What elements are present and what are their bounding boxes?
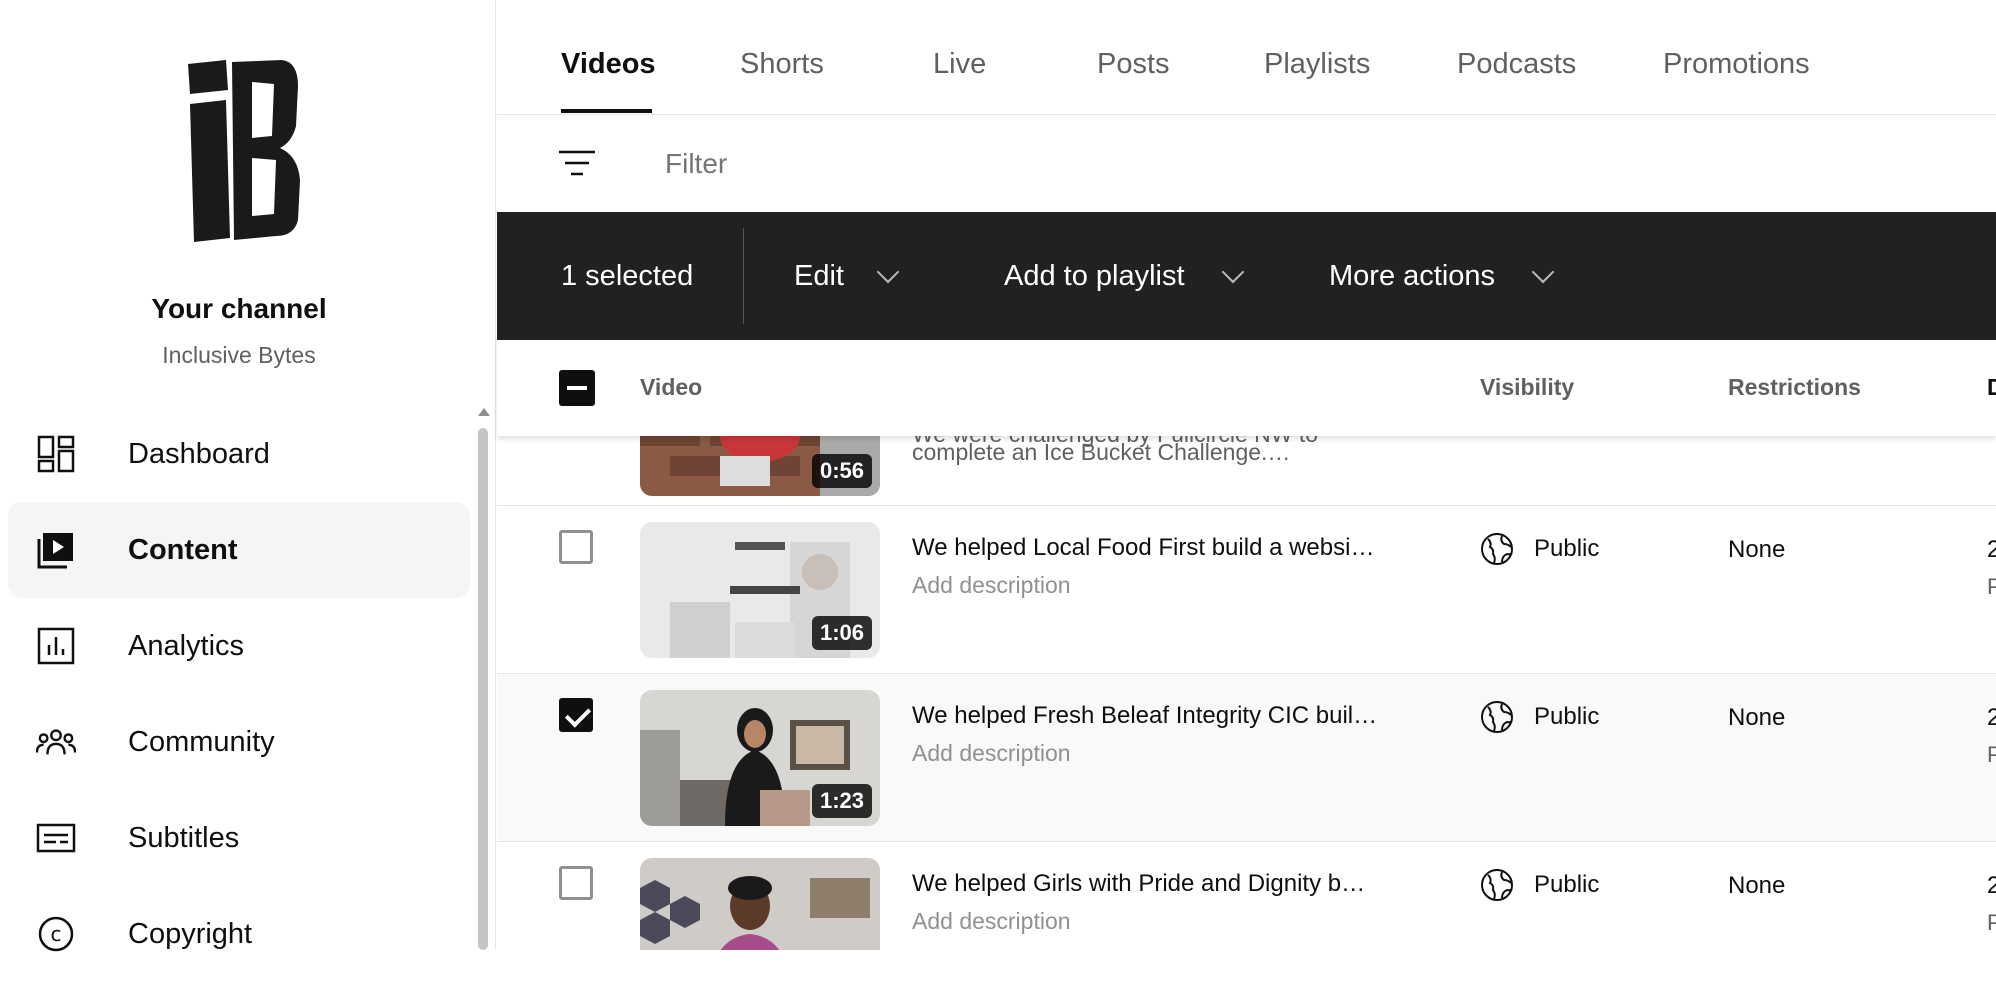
chevron-down-icon xyxy=(1221,260,1244,283)
sidebar-item-label: Dashboard xyxy=(128,437,270,470)
add-to-playlist-button[interactable]: Add to playlist xyxy=(1004,260,1244,293)
video-thumbnail[interactable]: 1:06 xyxy=(640,522,880,658)
sidebar-item-label: Copyright xyxy=(128,917,253,950)
sidebar-item-copyright[interactable]: c Copyright xyxy=(8,886,470,982)
divider xyxy=(743,228,744,324)
restrictions-value: None xyxy=(1728,872,1786,899)
globe-icon xyxy=(1481,533,1513,565)
sidebar-item-label: Community xyxy=(128,725,275,758)
visibility-label: Public xyxy=(1534,703,1600,730)
tab-podcasts[interactable]: Podcasts xyxy=(1457,48,1576,81)
globe-icon xyxy=(1481,701,1513,733)
main-content: Videos Shorts Live Posts Playlists Podca… xyxy=(497,0,1996,950)
column-header-video[interactable]: Video xyxy=(640,374,702,401)
copyright-icon: c xyxy=(36,914,76,954)
active-tab-indicator xyxy=(561,109,652,113)
video-thumbnail[interactable] xyxy=(640,858,880,950)
column-header-restrictions[interactable]: Restrictions xyxy=(1728,374,1861,401)
date-sub-value: P xyxy=(1987,742,1996,767)
filter-input[interactable] xyxy=(665,148,1265,180)
sidebar: Your channel Inclusive Bytes Dashboard C… xyxy=(0,0,496,952)
sidebar-item-analytics[interactable]: Analytics xyxy=(8,598,470,694)
tab-posts[interactable]: Posts xyxy=(1097,48,1170,81)
selection-count: 1 selected xyxy=(561,260,694,292)
row-checkbox[interactable] xyxy=(559,698,593,732)
date-sub-value: P xyxy=(1987,574,1996,599)
add-description-link[interactable]: Add description xyxy=(912,572,1071,599)
community-icon xyxy=(36,722,76,762)
filter-icon[interactable] xyxy=(557,148,597,178)
column-header-date[interactable]: D xyxy=(1987,374,1996,401)
video-duration: 1:23 xyxy=(811,784,872,818)
content-icon xyxy=(36,530,76,570)
date-sub-value: P xyxy=(1987,910,1996,935)
analytics-icon xyxy=(36,626,76,666)
more-actions-label: More actions xyxy=(1329,260,1496,292)
table-row[interactable]: 1:06 We helped Local Food First build a … xyxy=(497,506,1996,674)
table-header: Video Visibility Restrictions D xyxy=(497,340,1996,436)
add-to-playlist-label: Add to playlist xyxy=(1004,260,1185,292)
svg-text:c: c xyxy=(51,922,62,946)
channel-name: Inclusive Bytes xyxy=(162,342,316,368)
globe-icon xyxy=(1481,869,1513,901)
add-description-link[interactable]: Add description xyxy=(912,908,1071,935)
video-title[interactable]: We helped Girls with Pride and Dignity b… xyxy=(912,870,1365,898)
tab-live[interactable]: Live xyxy=(933,48,986,81)
edit-button[interactable]: Edit xyxy=(794,260,900,293)
tab-playlists[interactable]: Playlists xyxy=(1264,48,1370,81)
tab-shorts[interactable]: Shorts xyxy=(740,48,824,81)
sidebar-item-subtitles[interactable]: Subtitles xyxy=(8,790,470,886)
channel-logo[interactable] xyxy=(186,56,302,242)
table-row[interactable]: 1:23 We helped Fresh Beleaf Integrity CI… xyxy=(497,674,1996,842)
sidebar-item-label: Content xyxy=(128,533,238,566)
visibility-status[interactable]: Public xyxy=(1480,532,1599,566)
tab-promotions[interactable]: Promotions xyxy=(1663,48,1810,81)
video-title[interactable]: We helped Local Food First build a websi… xyxy=(912,534,1374,562)
row-checkbox[interactable] xyxy=(559,866,593,900)
filter-bar xyxy=(497,116,1996,212)
date-value: 2 xyxy=(1987,536,1996,563)
sidebar-item-community[interactable]: Community xyxy=(8,694,470,790)
chevron-down-icon xyxy=(876,260,900,283)
visibility-label: Public xyxy=(1534,871,1600,898)
video-duration: 1:06 xyxy=(811,616,872,650)
subtitles-icon xyxy=(36,818,76,858)
video-duration: 0:56 xyxy=(811,454,872,488)
chevron-down-icon xyxy=(1531,260,1555,283)
restrictions-value: None xyxy=(1728,536,1786,563)
video-thumbnail[interactable]: 0:56 xyxy=(640,436,880,496)
visibility-status[interactable]: Public xyxy=(1480,868,1599,902)
video-list: 0:56 complete an Ice Bucket Challenge.… … xyxy=(497,436,1996,950)
visibility-label: Public xyxy=(1534,535,1600,562)
table-row[interactable]: We helped Girls with Pride and Dignity b… xyxy=(497,842,1996,950)
content-tabs: Videos Shorts Live Posts Playlists Podca… xyxy=(497,0,1996,115)
video-title[interactable]: We helped Fresh Beleaf Integrity CIC bui… xyxy=(912,702,1377,730)
sidebar-item-content[interactable]: Content xyxy=(8,502,470,598)
sidebar-item-label: Analytics xyxy=(128,629,245,662)
bulk-action-bar: 1 selected Edit Add to playlist More act… xyxy=(497,212,1996,340)
row-checkbox[interactable] xyxy=(559,530,593,564)
sidebar-scrollbar[interactable] xyxy=(478,428,488,950)
date-value: 2 xyxy=(1987,704,1996,731)
column-header-visibility[interactable]: Visibility xyxy=(1480,374,1574,401)
more-actions-button[interactable]: More actions xyxy=(1329,260,1555,293)
dashboard-icon xyxy=(36,434,76,474)
sidebar-item-dashboard[interactable]: Dashboard xyxy=(8,406,470,502)
restrictions-value: None xyxy=(1728,704,1786,731)
sidebar-item-label: Subtitles xyxy=(128,821,240,854)
video-thumbnail[interactable]: 1:23 xyxy=(640,690,880,826)
select-all-checkbox[interactable] xyxy=(559,370,595,406)
date-value: 2 xyxy=(1987,872,1996,899)
add-description-link[interactable]: Add description xyxy=(912,740,1071,767)
edit-label: Edit xyxy=(794,260,844,292)
channel-title: Your channel xyxy=(151,293,327,324)
visibility-status[interactable]: Public xyxy=(1480,700,1599,734)
tab-videos[interactable]: Videos xyxy=(561,48,656,81)
sidebar-nav: Dashboard Content Analytics Community Su… xyxy=(8,406,470,982)
scroll-up-arrow-icon[interactable] xyxy=(478,408,490,416)
